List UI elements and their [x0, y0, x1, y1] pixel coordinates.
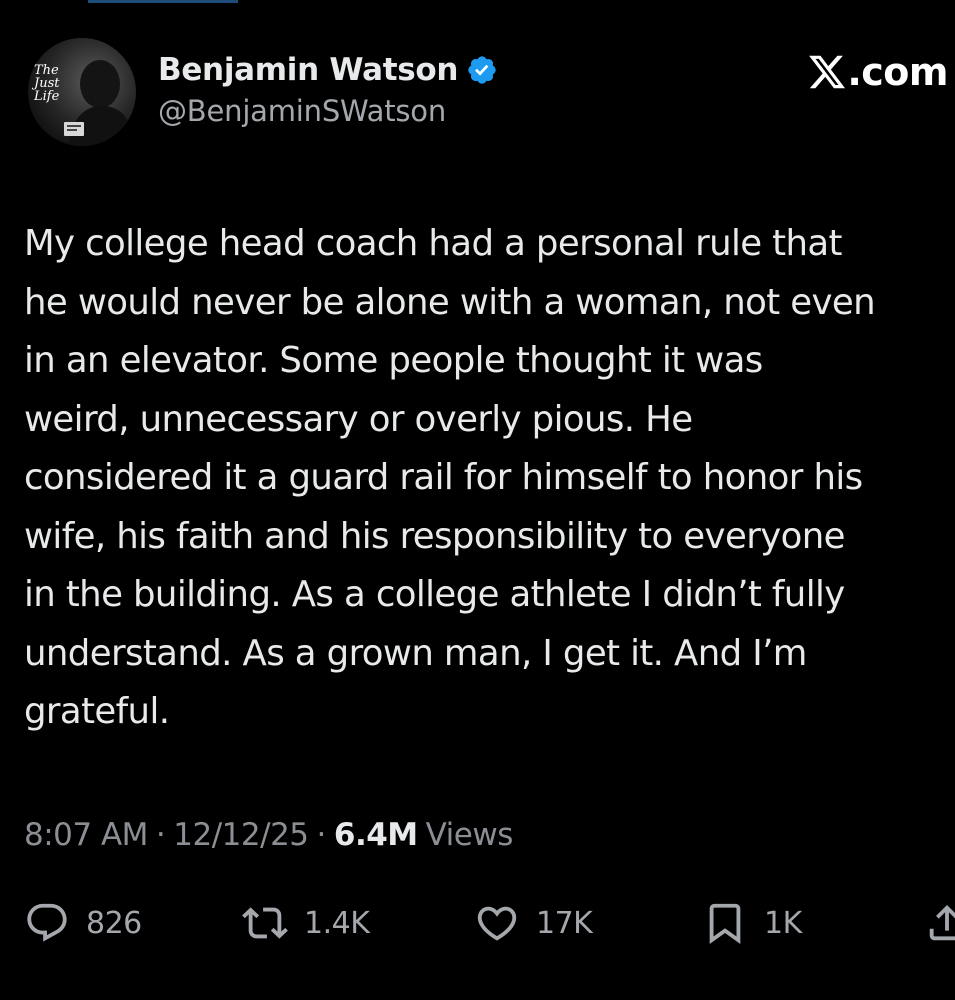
share-icon — [924, 900, 955, 946]
tweet-line: he would never be alone with a woman, no… — [24, 281, 876, 323]
repost-icon — [242, 900, 288, 946]
tweet-line: wife, his faith and his responsibility t… — [24, 515, 845, 557]
reply-button[interactable]: 826 — [24, 888, 142, 958]
author-handle[interactable]: @BenjaminSWatson — [158, 94, 498, 128]
share-button[interactable] — [924, 888, 955, 958]
author-block: Benjamin Watson @BenjaminSWatson — [158, 50, 498, 128]
tweet-time[interactable]: 8:07 AM — [24, 817, 148, 853]
top-accent-bar — [88, 0, 238, 3]
heart-icon — [474, 900, 520, 946]
views-label: Views — [425, 817, 514, 853]
brand-text: .com — [847, 50, 948, 94]
repost-button[interactable]: 1.4K — [242, 888, 370, 958]
tweet-line: My college head coach had a personal rul… — [24, 223, 842, 264]
repost-count: 1.4K — [304, 905, 370, 941]
tweet-line: weird, unnecessary or overly pious. He — [24, 398, 693, 440]
tweet-actions: 826 1.4K 17K 1K — [24, 888, 955, 958]
views-count: 6.4M — [333, 817, 418, 853]
tweet-line: understand. As a grown man, I get it. An… — [24, 632, 807, 674]
meta-separator: · — [155, 817, 166, 853]
tweet-line: in an elevator. Some people thought it w… — [24, 340, 763, 381]
tweet-line: considered it a guard rail for himself t… — [24, 457, 863, 498]
verified-badge-icon — [466, 54, 498, 86]
meta-separator: · — [316, 817, 327, 853]
tweet-line: grateful. — [24, 691, 170, 732]
tweet-text: My college head coach had a personal rul… — [24, 215, 955, 742]
reply-count: 826 — [86, 905, 142, 941]
bookmark-icon — [702, 900, 748, 946]
tweet-line: in the building. As a college athlete I … — [24, 574, 845, 615]
bookmark-count: 1K — [764, 905, 802, 941]
display-name[interactable]: Benjamin Watson — [158, 52, 459, 88]
like-button[interactable]: 17K — [474, 888, 593, 958]
like-count: 17K — [536, 905, 593, 941]
display-name-row: Benjamin Watson — [158, 50, 498, 90]
tweet-date[interactable]: 12/12/25 — [173, 817, 309, 853]
tweet-header: The Just Life Benjamin Watson @BenjaminS… — [28, 38, 948, 153]
avatar-caption: The Just Life — [34, 63, 60, 104]
x-logo-icon — [807, 52, 847, 92]
reply-icon — [24, 900, 70, 946]
bookmark-button[interactable]: 1K — [702, 888, 802, 958]
tweet-meta: 8:07 AM · 12/12/25 · 6.4M Views — [24, 810, 513, 860]
site-brand: .com — [807, 50, 948, 94]
